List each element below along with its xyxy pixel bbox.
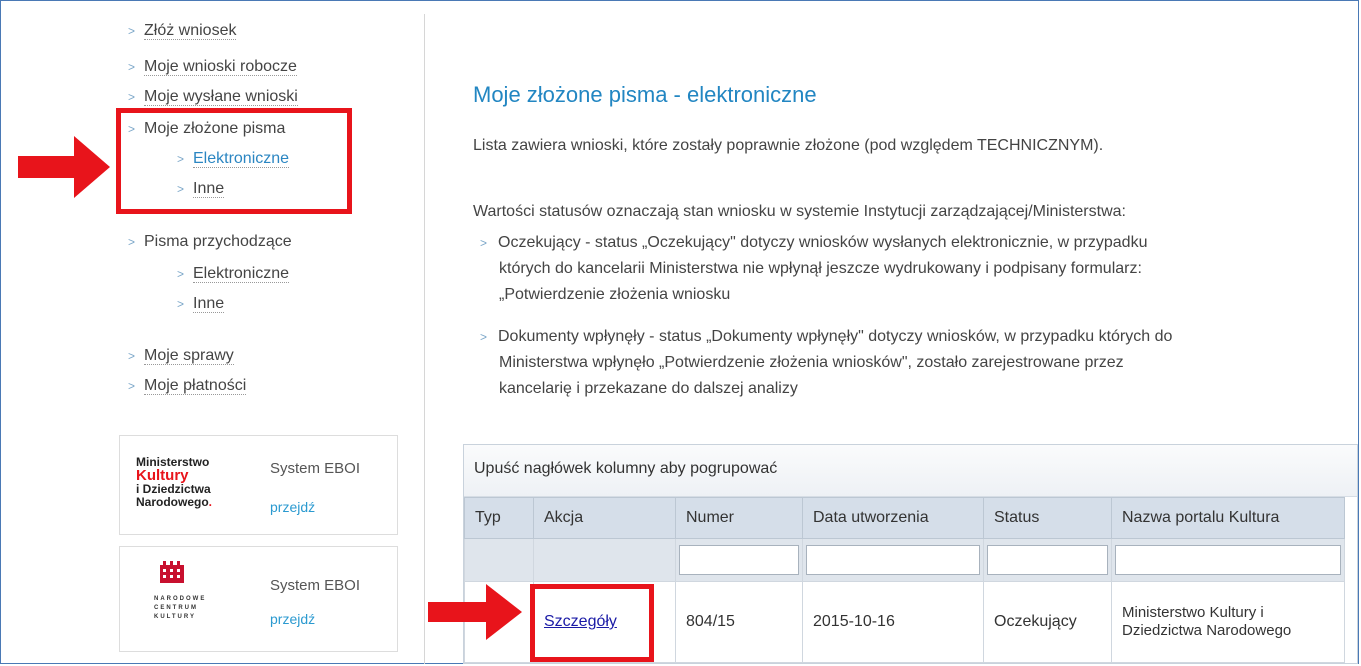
status-intro-text: Wartości statusów oznaczają stan wniosku… (473, 203, 1126, 220)
status-bullet-received: > Dokumenty wpłynęły - status „Dokumenty … (480, 324, 1340, 402)
mkidn-system-card: Ministerstwo Kultury i Dziedzictwa Narod… (119, 435, 398, 535)
filter-cell (464, 538, 534, 582)
sidebar-divider (424, 14, 425, 664)
nav-item-drafts[interactable]: > Moje wnioski robocze (128, 58, 297, 76)
go-link[interactable]: przejdź (270, 499, 315, 515)
filter-created-input[interactable] (806, 545, 980, 575)
chevron-right-icon: > (177, 297, 185, 311)
filter-status-input[interactable] (987, 545, 1108, 575)
cell-status: Oczekujący (983, 581, 1112, 663)
chevron-right-icon: > (177, 267, 185, 281)
cell-portal: Ministerstwo Kultury i Dziedzictwa Narod… (1111, 581, 1345, 663)
page-title: Moje złożone pisma - elektroniczne (473, 82, 817, 107)
column-header-number[interactable]: Numer (675, 497, 803, 539)
filter-number-input[interactable] (679, 545, 799, 575)
go-link[interactable]: przejdź (270, 611, 315, 627)
cell-number: 804/15 (675, 581, 803, 663)
cell-created: 2015-10-16 (802, 581, 984, 663)
system-label: System EBOI (270, 460, 361, 477)
chevron-right-icon: > (128, 235, 136, 249)
intro-text: Lista zawiera wnioski, które zostały pop… (473, 137, 1104, 154)
nav-item-incoming[interactable]: > Pisma przychodzące (128, 233, 292, 251)
nav-item-payments[interactable]: > Moje płatności (128, 377, 247, 395)
sidebar: > Złóż wniosek > Moje wnioski robocze > Moj… (0, 0, 420, 664)
nck-system-card: NARODOWE CENTRUM KULTURY System EBOI prz… (119, 546, 398, 652)
system-label: System EBOI (270, 577, 361, 594)
filter-portal-input[interactable] (1115, 545, 1341, 575)
chevron-right-icon: > (128, 379, 136, 393)
column-header-portal[interactable]: Nazwa portalu Kultura (1111, 497, 1345, 539)
nck-crown-icon (160, 561, 184, 583)
mkidn-logo: Ministerstwo Kultury i Dziedzictwa Narod… (136, 455, 213, 509)
nav-item-incoming-electronic[interactable]: > Elektroniczne (177, 265, 290, 283)
highlight-box-details (530, 584, 654, 662)
chevron-right-icon: > (128, 90, 136, 104)
column-header-type[interactable]: Typ (464, 497, 534, 539)
red-arrow-icon (18, 136, 110, 198)
nav-item-sent[interactable]: > Moje wysłane wnioski (128, 88, 298, 106)
filter-cell (533, 538, 676, 582)
nav-item-submit[interactable]: > Złóż wniosek (128, 22, 237, 40)
chevron-right-icon: > (480, 330, 488, 344)
column-header-created[interactable]: Data utworzenia (802, 497, 984, 539)
highlight-box-submitted (116, 108, 352, 214)
status-bullet-pending: > Oczekujący - status „Oczekujący" dotycz… (480, 230, 1340, 308)
chevron-right-icon: > (480, 236, 488, 250)
column-header-status[interactable]: Status (983, 497, 1112, 539)
nav-item-cases[interactable]: > Moje sprawy (128, 347, 234, 365)
filter-row (464, 538, 1345, 582)
chevron-right-icon: > (128, 60, 136, 74)
nck-logo-text: NARODOWE CENTRUM KULTURY (154, 596, 207, 620)
chevron-right-icon: > (128, 24, 136, 38)
group-drop-zone[interactable]: Upuść nagłówek kolumny aby pogrupować (464, 445, 1357, 497)
nav-item-incoming-other[interactable]: > Inne (177, 295, 225, 313)
chevron-right-icon: > (128, 349, 136, 363)
red-arrow-icon (428, 584, 522, 640)
column-header-action[interactable]: Akcja (533, 497, 676, 539)
